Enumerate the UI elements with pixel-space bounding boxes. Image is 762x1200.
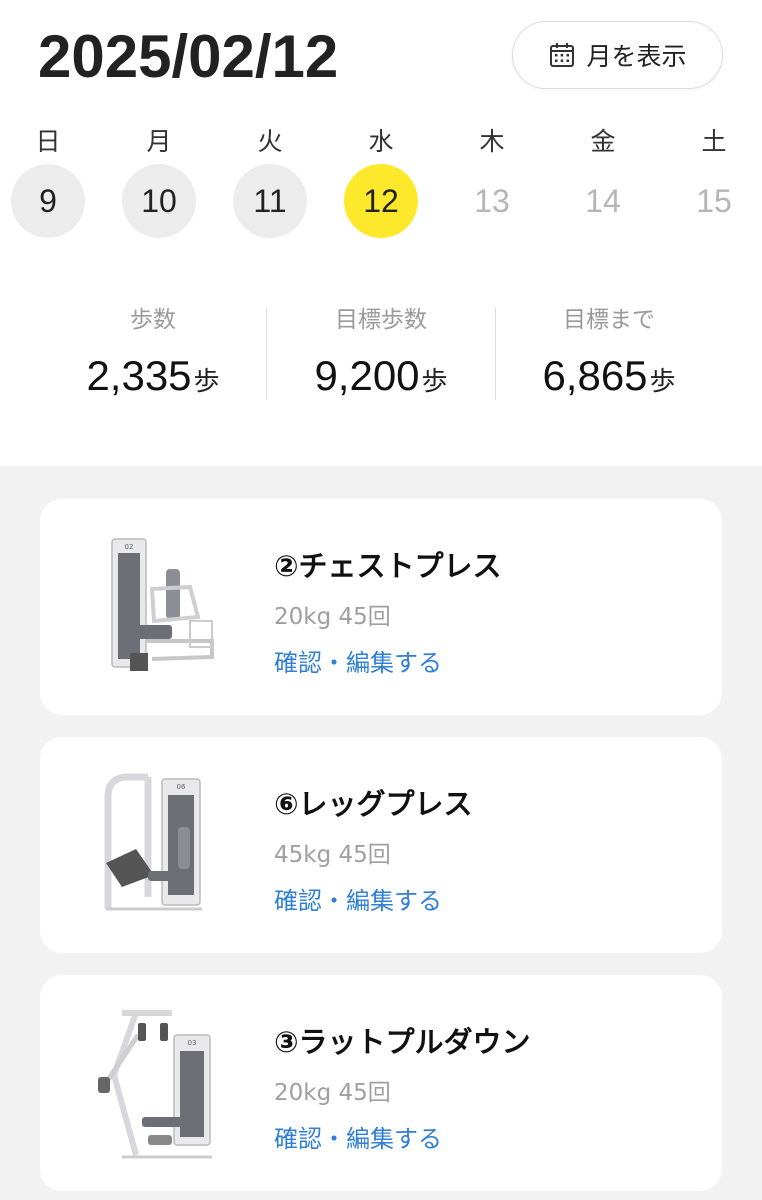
stat-steps-value: 2,335 bbox=[86, 352, 192, 399]
stat-remaining-label: 目標まで bbox=[563, 307, 655, 333]
exercise-card[interactable]: 02 ②チェストプレス 20kg 45回 確認・編集する bbox=[40, 499, 722, 715]
show-month-label: 月を表示 bbox=[586, 42, 687, 71]
leg-press-machine-icon: 06 bbox=[104, 773, 202, 911]
exercise-weight-reps: 20kg 45回 bbox=[274, 1080, 391, 1106]
stat-steps: 歩数 2,335歩 bbox=[38, 300, 268, 400]
stat-steps-unit: 歩 bbox=[193, 367, 220, 397]
stat-goal-value: 9,200 bbox=[314, 352, 420, 399]
exercise-weight-reps: 45kg 45回 bbox=[274, 842, 391, 868]
stat-goal-label: 目標歩数 bbox=[335, 307, 427, 333]
exercise-weight-reps: 20kg 45回 bbox=[274, 604, 391, 630]
day-row: 9 10 11 12 13 14 15 bbox=[0, 164, 762, 244]
week-strip: 日 月 火 水 木 金 土 9 10 11 12 13 14 15 bbox=[0, 122, 762, 244]
stat-goal-steps: 目標歩数 9,200歩 bbox=[266, 300, 496, 400]
show-month-button[interactable]: 月を表示 bbox=[512, 21, 723, 89]
calendar-icon bbox=[550, 43, 575, 67]
weekday-tue: 火 bbox=[257, 127, 283, 156]
stat-remaining: 目標まで 6,865歩 bbox=[494, 300, 724, 400]
day-13: 13 bbox=[474, 182, 510, 219]
exercise-card[interactable]: 06 ⑥レッグプレス 45kg 45回 確認・編集する bbox=[40, 737, 722, 953]
svg-text:06: 06 bbox=[177, 783, 186, 791]
lat-pulldown-machine-icon: 03 bbox=[98, 1010, 212, 1159]
day-11[interactable]: 11 bbox=[233, 164, 307, 238]
weekday-sun: 日 bbox=[35, 127, 61, 156]
day-15: 15 bbox=[696, 182, 732, 219]
svg-text:02: 02 bbox=[125, 543, 134, 551]
confirm-edit-link[interactable]: 確認・編集する bbox=[274, 1119, 442, 1154]
exercise-title: ②チェストプレス bbox=[274, 549, 502, 583]
exercise-title: ③ラットプルダウン bbox=[274, 1025, 531, 1059]
svg-text:03: 03 bbox=[188, 1039, 197, 1047]
stat-remaining-value: 6,865 bbox=[542, 352, 648, 399]
weekday-header-row: 日 月 火 水 木 金 土 bbox=[0, 122, 762, 162]
exercise-title: ⑥レッグプレス bbox=[274, 787, 473, 821]
workout-day-screen: 2025/02/12 月を表示 日 月 火 水 木 金 土 9 10 11 12… bbox=[0, 0, 762, 1200]
weekday-mon: 月 bbox=[146, 127, 172, 156]
chest-press-machine-icon: 02 bbox=[111, 538, 214, 671]
confirm-edit-link[interactable]: 確認・編集する bbox=[274, 881, 442, 916]
exercise-card[interactable]: 03 ③ラットプルダウン 20kg 45回 確認・編集する bbox=[40, 975, 722, 1191]
weekday-wed: 水 bbox=[368, 127, 394, 156]
stat-steps-label: 歩数 bbox=[130, 307, 176, 333]
step-stats: 歩数 2,335歩 目標歩数 9,200歩 目標まで 6,865歩 bbox=[0, 300, 762, 410]
day-12-selected[interactable]: 12 bbox=[344, 164, 418, 238]
exercise-list: 02 ②チェストプレス 20kg 45回 確認・編集する 06 ⑥レッグプレス … bbox=[0, 466, 762, 1200]
header: 2025/02/12 月を表示 bbox=[0, 0, 762, 110]
weekday-thu: 木 bbox=[479, 127, 505, 156]
confirm-edit-link[interactable]: 確認・編集する bbox=[274, 643, 442, 678]
weekday-sat: 土 bbox=[701, 127, 727, 156]
day-9[interactable]: 9 bbox=[11, 164, 85, 238]
day-14: 14 bbox=[585, 182, 621, 219]
stat-goal-unit: 歩 bbox=[421, 367, 448, 397]
weekday-fri: 金 bbox=[590, 127, 616, 156]
day-10[interactable]: 10 bbox=[122, 164, 196, 238]
selected-date-title: 2025/02/12 bbox=[38, 23, 339, 90]
stat-remaining-unit: 歩 bbox=[649, 367, 676, 397]
